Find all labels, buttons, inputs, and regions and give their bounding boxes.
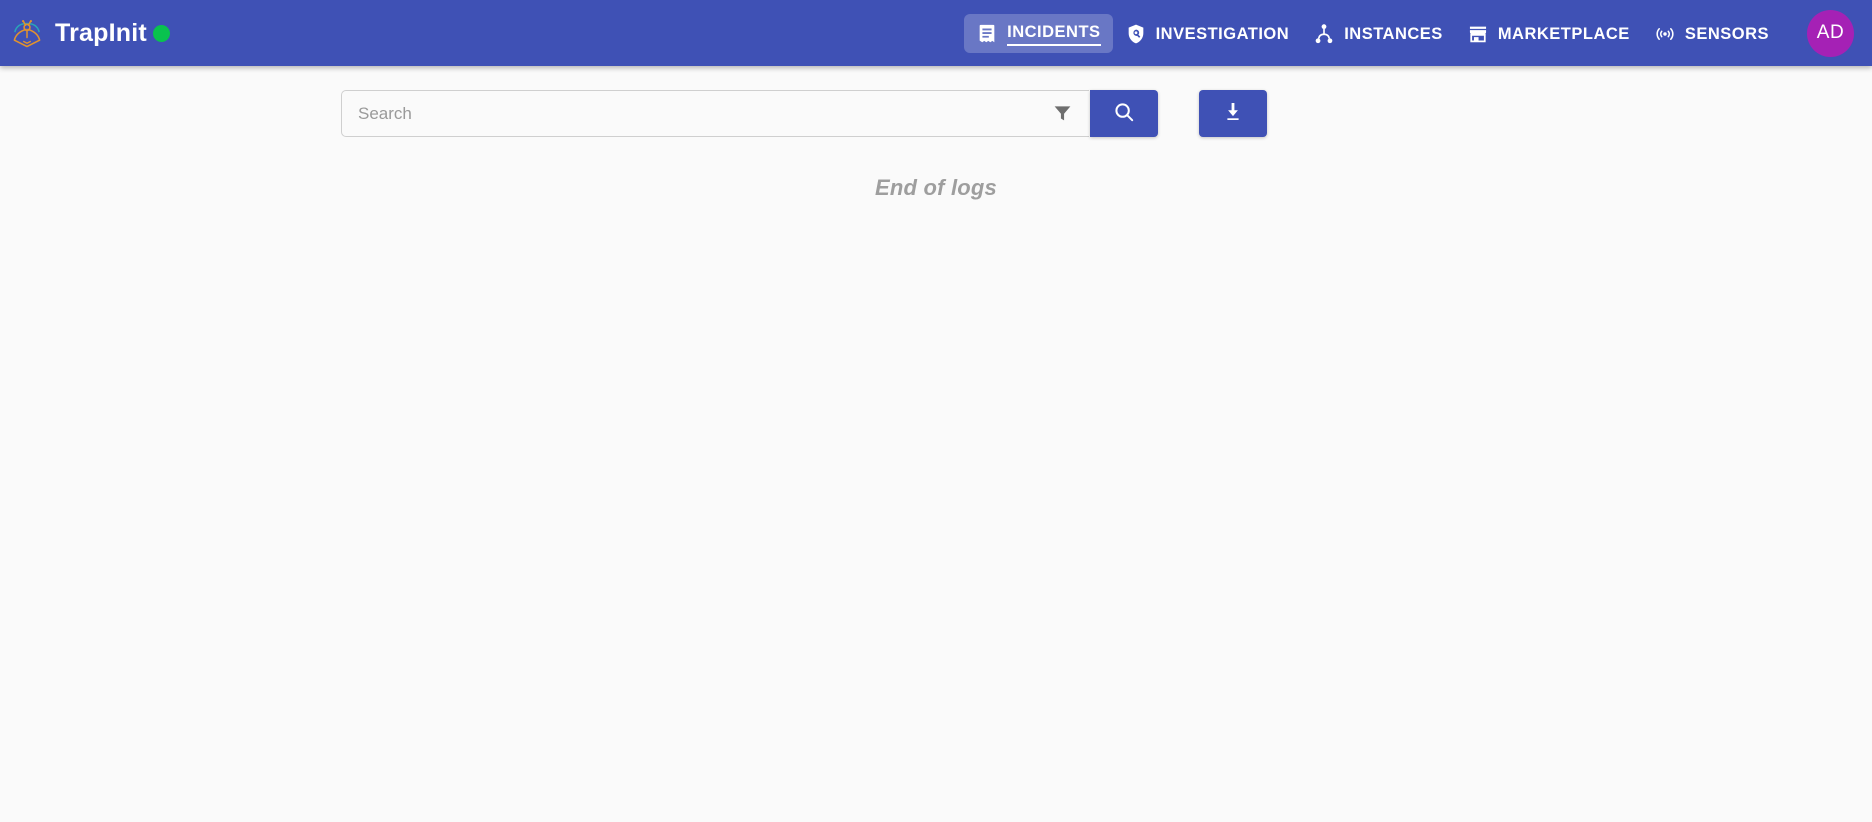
- shield-search-icon: [1125, 23, 1147, 45]
- nav-item-incidents[interactable]: INCIDENTS: [964, 13, 1113, 53]
- filter-button[interactable]: [1044, 102, 1075, 126]
- moth-trap-logo-icon: [10, 16, 44, 50]
- nav-item-label: INCIDENTS: [1007, 23, 1101, 46]
- search-toolbar: [341, 66, 1872, 137]
- account-tree-icon: [1313, 23, 1335, 45]
- avatar-initials: AD: [1816, 22, 1845, 43]
- search-field: [341, 90, 1089, 137]
- brand-name: TrapInit: [55, 18, 147, 47]
- download-button[interactable]: [1199, 90, 1267, 137]
- magnifier-search-icon: [1112, 100, 1136, 127]
- nav-item-label: INVESTIGATION: [1155, 24, 1290, 43]
- end-of-logs-message: End of logs: [875, 175, 997, 200]
- nav-item-label: INSTANCES: [1344, 24, 1443, 43]
- nav-item-marketplace[interactable]: MARKETPLACE: [1455, 14, 1642, 52]
- main-navigation: INCIDENTS INVESTIGATION INSTANCES MARKET…: [964, 13, 1781, 53]
- status-online-dot-icon: [152, 24, 170, 42]
- filter-funnel-icon: [1052, 102, 1073, 126]
- avatar[interactable]: AD: [1807, 9, 1854, 57]
- sensors-broadcast-icon: [1654, 23, 1676, 45]
- storefront-icon: [1467, 23, 1489, 45]
- nav-item-sensors[interactable]: SENSORS: [1642, 14, 1781, 52]
- search-button[interactable]: [1090, 90, 1158, 137]
- brand[interactable]: TrapInit: [10, 16, 147, 50]
- nav-item-instances[interactable]: INSTANCES: [1301, 14, 1455, 52]
- log-list: End of logs: [0, 137, 1872, 201]
- app-header: TrapInit INCIDENTS INVESTIGATION INSTANC…: [0, 0, 1872, 66]
- search-input[interactable]: [358, 91, 1044, 136]
- nav-item-investigation[interactable]: INVESTIGATION: [1113, 14, 1302, 52]
- receipt-long-icon: [976, 23, 998, 45]
- nav-item-label: MARKETPLACE: [1497, 24, 1630, 43]
- nav-item-label: SENSORS: [1684, 24, 1769, 43]
- download-icon: [1221, 100, 1245, 127]
